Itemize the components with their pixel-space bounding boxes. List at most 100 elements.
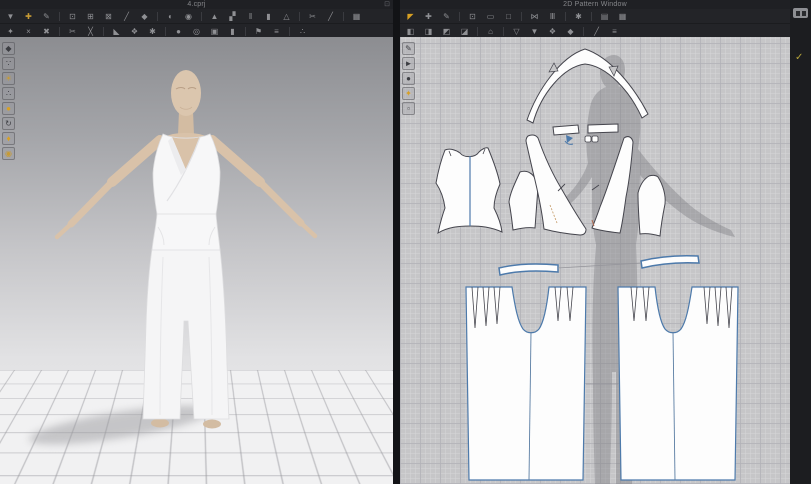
garment-front-icon[interactable]: ▮: [260, 10, 277, 23]
show-avatar-icon[interactable]: ●: [2, 102, 15, 115]
confirm-check-icon[interactable]: ✓: [795, 52, 803, 63]
pattern-shape-icon[interactable]: ❖: [544, 25, 561, 38]
show-points-icon-glyph: ∴: [6, 88, 11, 99]
seam-allowance-icon[interactable]: ✱: [570, 10, 587, 23]
button-a: [585, 136, 591, 142]
grid-snap-icon[interactable]: ▦: [348, 10, 365, 23]
fold-arrangement-icon[interactable]: ◣: [108, 25, 125, 38]
view-gizmo-icon[interactable]: ◆: [2, 42, 15, 55]
avatar-edit-icon[interactable]: ×: [20, 25, 37, 38]
highlight-icon[interactable]: ♦: [2, 132, 15, 145]
pin-avatar-icon[interactable]: ▲: [206, 10, 223, 23]
grid-dense-icon[interactable]: ▦: [614, 10, 631, 23]
avatar-pose-icon[interactable]: ✦: [2, 25, 19, 38]
notch-tool-icon-glyph: ▽: [513, 27, 519, 36]
avatar-3d[interactable]: [0, 37, 393, 484]
edit-pattern-icon[interactable]: ✚: [420, 10, 437, 23]
render-style-icon[interactable]: ◉: [2, 147, 15, 160]
select-move-icon[interactable]: ⊡: [64, 10, 81, 23]
grid-layout-icon[interactable]: ▤: [596, 10, 613, 23]
waistband-curve-right[interactable]: [641, 256, 699, 268]
rotate-view-icon[interactable]: ↻: [2, 117, 15, 130]
avatar-pair-icon[interactable]: ▞: [224, 10, 241, 23]
cross-cut-icon[interactable]: ╳: [82, 25, 99, 38]
bodice-back[interactable]: [436, 148, 502, 233]
simulate-icon[interactable]: ▼: [2, 10, 19, 23]
show-points-icon[interactable]: ∴: [2, 87, 15, 100]
sphere-select-icon[interactable]: ◎: [188, 25, 205, 38]
blue-snap-symbol: [566, 135, 573, 143]
baseline-icon[interactable]: ≡: [606, 25, 623, 38]
pin-add-icon[interactable]: ✚: [20, 10, 37, 23]
needle-icon[interactable]: ╱: [322, 10, 339, 23]
2d-toolbar-row1: ◤✚✎ ⊡▭□ ⋈Ⅲ ✱ ▤▦: [400, 9, 790, 24]
3d-viewport[interactable]: ◆ ∵ ☀ ∴ ● ↻ ♦ ◉: [0, 37, 393, 484]
toolbar-separator: [591, 12, 592, 21]
select-mesh-icon[interactable]: ⊠: [100, 10, 117, 23]
scissors-icon[interactable]: ✂: [304, 10, 321, 23]
sphere-2d-icon[interactable]: ●: [402, 72, 415, 85]
grain-line-icon[interactable]: ▼: [526, 25, 543, 38]
pen-tool-icon[interactable]: ✎: [38, 10, 55, 23]
rect-pattern-icon[interactable]: □: [500, 10, 517, 23]
dart-tool-icon[interactable]: ⋈: [526, 10, 543, 23]
side-panel-right[interactable]: [638, 175, 665, 236]
measure-tool-icon[interactable]: ╱: [588, 25, 605, 38]
notch-tool-icon[interactable]: ▽: [508, 25, 525, 38]
select-box-icon[interactable]: ⊞: [82, 10, 99, 23]
zoom-pan-icon[interactable]: ◐: [162, 10, 179, 23]
cut-and-sew-icon[interactable]: ✂: [64, 25, 81, 38]
steam-tool-icon[interactable]: ◆: [136, 10, 153, 23]
layer-flat-icon[interactable]: ≡: [268, 25, 285, 38]
side-panel-left[interactable]: [509, 171, 538, 230]
dock-widget[interactable]: [793, 8, 808, 18]
camera-icon[interactable]: ◉: [180, 10, 197, 23]
pause-sim-icon[interactable]: ‖: [242, 10, 259, 23]
garment-jumpsuit[interactable]: [143, 134, 229, 419]
waistband-strip-left[interactable]: [553, 125, 579, 135]
free-sewing-icon[interactable]: ◨: [420, 25, 437, 38]
2d-viewport[interactable]: ✎ ► ● ✦ ▫: [400, 37, 790, 484]
pen-2d-icon[interactable]: ✎: [402, 42, 415, 55]
flag-marker-icon[interactable]: ⚑: [250, 25, 267, 38]
show-pins-icon[interactable]: ∵: [2, 57, 15, 70]
avatar-scale-icon[interactable]: ✖: [38, 25, 55, 38]
transform-pattern-icon[interactable]: ◤: [402, 10, 419, 23]
mannequin-icon-glyph: ▮: [230, 27, 234, 36]
more-dots-icon[interactable]: ∴: [294, 25, 311, 38]
scene-light-icon[interactable]: ☀: [2, 72, 15, 85]
mannequin-icon[interactable]: ▮: [224, 25, 241, 38]
trace-tool-icon[interactable]: ◆: [562, 25, 579, 38]
edit-sewing-icon[interactable]: ◪: [456, 25, 473, 38]
pause-sim-icon-glyph: ‖: [249, 12, 252, 21]
arrow-2d-icon[interactable]: ►: [402, 57, 415, 70]
trouser-panel-left[interactable]: [466, 287, 586, 480]
spark-2d-icon[interactable]: ✦: [402, 87, 415, 100]
detach-window-icon[interactable]: ⊡: [384, 0, 390, 9]
garment-fit-icon[interactable]: △: [278, 10, 295, 23]
sphere-view-icon[interactable]: ●: [170, 25, 187, 38]
pleat-tool-icon[interactable]: Ⅲ: [544, 10, 561, 23]
window-divider[interactable]: [393, 0, 400, 484]
fold-3d-icon[interactable]: ⌂: [482, 25, 499, 38]
edit-curve-icon[interactable]: ✎: [438, 10, 455, 23]
sphere-2d-icon-glyph: ●: [406, 73, 411, 84]
segment-sewing-icon[interactable]: ◧: [402, 25, 419, 38]
bow-trim-icon[interactable]: ✱: [144, 25, 161, 38]
pattern-canvas[interactable]: [400, 37, 790, 484]
blank-2d-icon[interactable]: ▫: [402, 102, 415, 115]
polygon-pattern-icon[interactable]: ▭: [482, 10, 499, 23]
waistband-strip-right[interactable]: [588, 124, 618, 133]
trouser-panel-right[interactable]: [618, 287, 738, 480]
add-point-icon[interactable]: ⊡: [464, 10, 481, 23]
arrow-2d-icon-glyph: ►: [405, 58, 413, 69]
brush-tool-icon[interactable]: ╱: [118, 10, 135, 23]
texture-view-icon[interactable]: ▣: [206, 25, 223, 38]
mn-sewing-icon[interactable]: ◩: [438, 25, 455, 38]
flower-trim-icon[interactable]: ❖: [126, 25, 143, 38]
waistband-curve-left[interactable]: [499, 264, 558, 275]
pen-tool-icon-glyph: ✎: [43, 12, 50, 21]
3d-window: 4.cprj ⊡ ▼✚✎⊡⊞⊠╱◆◐◉▲▞‖▮△✂╱▦ ✦×✖✂╳◣❖✱●◎▣▮…: [0, 0, 393, 484]
toolbar-separator: [477, 27, 478, 36]
toolbar-separator: [59, 12, 60, 21]
